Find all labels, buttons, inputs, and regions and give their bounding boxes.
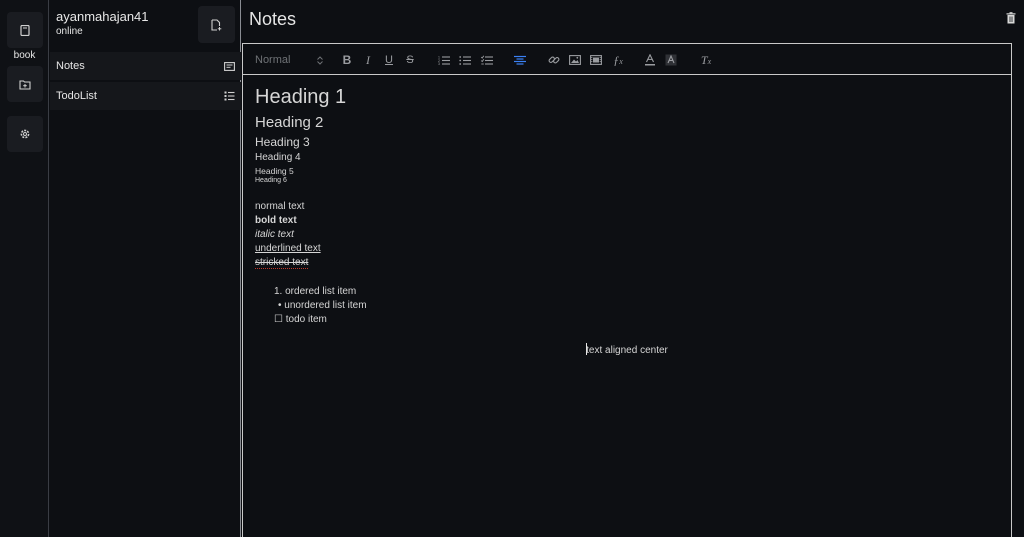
svg-text:3: 3: [438, 62, 440, 65]
todo-checkbox[interactable]: ☐: [274, 314, 283, 325]
select-arrows-icon: [317, 55, 323, 65]
ordered-list-item: 1. ordered list item: [274, 286, 356, 297]
sidebar-item-label: TodoList: [56, 90, 97, 102]
book-icon: [20, 24, 30, 36]
centered-text-content: text aligned center: [586, 345, 668, 356]
bold-button[interactable]: B: [341, 52, 353, 68]
header-format-select[interactable]: Normal: [255, 52, 323, 68]
trash-icon: [1006, 12, 1016, 24]
new-note-button[interactable]: [198, 6, 235, 43]
underlined-text: underlined text: [255, 243, 321, 254]
underline-icon: U: [385, 54, 393, 66]
bold-text: bold text: [255, 215, 297, 226]
todo-list-text: todo item: [285, 314, 327, 325]
video-button[interactable]: [590, 52, 602, 68]
italic-text: italic text: [255, 229, 294, 240]
align-center-icon: [514, 55, 526, 65]
italic-icon: I: [366, 52, 370, 67]
heading-6: Heading 6: [255, 177, 287, 184]
sidebar-item-notes[interactable]: Notes: [50, 52, 241, 80]
sidebar: ayanmahajan41 online Notes TodoList: [50, 0, 241, 537]
gear-icon: [20, 129, 30, 139]
heading-2: Heading 2: [255, 114, 324, 131]
strike-button[interactable]: S: [404, 52, 416, 68]
book-button[interactable]: [7, 12, 43, 48]
editor: Normal B I U S 123 ƒx Tx Heading 1 Headi…: [242, 43, 1012, 537]
background-color-button[interactable]: [665, 52, 677, 68]
image-icon: [569, 55, 581, 65]
italic-button[interactable]: I: [362, 52, 374, 68]
sidebar-item-label: Notes: [56, 60, 85, 72]
settings-button[interactable]: [7, 116, 43, 152]
clear-formatting-button[interactable]: Tx: [699, 52, 713, 68]
check-list-icon: [481, 55, 493, 65]
book-label: book: [13, 50, 36, 61]
heading-5: Heading 5: [255, 166, 294, 176]
page-title: Notes: [249, 9, 297, 29]
user-status: online: [56, 26, 83, 37]
heading-1: Heading 1: [255, 86, 347, 108]
ordered-list-marker: 1.: [274, 286, 283, 297]
folder-plus-icon: [19, 79, 31, 90]
ordered-list-button[interactable]: 123: [438, 52, 450, 68]
formula-icon: ƒx: [613, 52, 623, 67]
bold-icon: B: [342, 53, 352, 67]
icon-rail: book: [0, 0, 49, 537]
clear-formatting-icon: Tx: [700, 52, 712, 67]
unordered-list-item: • unordered list item: [278, 300, 367, 311]
file-plus-icon: [211, 18, 222, 31]
note-icon: [224, 61, 235, 71]
format-select-value: Normal: [255, 54, 291, 66]
video-icon: [590, 55, 602, 65]
heading-4: Heading 4: [255, 152, 301, 163]
heading-3: Heading 3: [255, 135, 310, 149]
sidebar-item-todolist[interactable]: TodoList: [50, 82, 241, 110]
unordered-list-marker: •: [278, 300, 282, 311]
check-list-button[interactable]: [481, 52, 493, 68]
underline-button[interactable]: U: [383, 52, 395, 68]
text-color-button[interactable]: [644, 52, 656, 68]
background-color-icon: [665, 54, 677, 66]
stricked-text: stricked text: [255, 257, 309, 269]
link-button[interactable]: [548, 52, 560, 68]
todo-list-item: ☐ todo item: [274, 314, 327, 325]
bullet-list-icon: [459, 56, 471, 65]
delete-button[interactable]: [1004, 11, 1018, 25]
link-icon: [548, 56, 560, 64]
username: ayanmahajan41: [56, 9, 149, 24]
new-folder-button[interactable]: [7, 66, 43, 102]
editor-toolbar: Normal B I U S 123 ƒx Tx: [243, 44, 1011, 75]
bullet-list-button[interactable]: [459, 52, 471, 68]
ordered-list-icon: 123: [438, 56, 450, 65]
unordered-list-text: unordered list item: [284, 300, 367, 311]
image-button[interactable]: [569, 52, 581, 68]
centered-text: text aligned center: [255, 343, 999, 356]
align-center-button[interactable]: [514, 52, 526, 68]
normal-text: normal text: [255, 201, 305, 212]
formula-button[interactable]: ƒx: [611, 52, 625, 68]
ordered-list-text: ordered list item: [285, 286, 357, 297]
strike-icon: S: [406, 54, 414, 66]
checklist-icon: [224, 91, 235, 101]
text-color-icon: [645, 54, 655, 66]
